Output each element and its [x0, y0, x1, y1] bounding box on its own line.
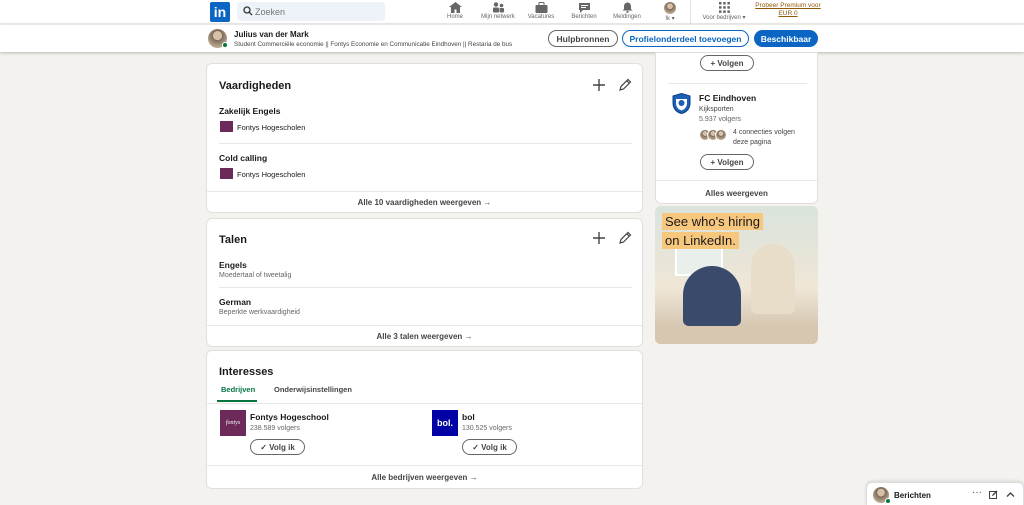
show-all-languages-link[interactable]: Alle 3 talen weergeven → — [207, 332, 642, 341]
me-avatar — [664, 2, 676, 14]
follow-button[interactable]: + Volgen — [700, 154, 754, 170]
ad-person-image — [683, 266, 741, 326]
add-profile-section-button[interactable]: Profielonderdeel toevoegen — [622, 30, 749, 47]
fontys-logo-icon — [220, 168, 233, 179]
page-category: Kijksporten — [699, 106, 734, 113]
resources-button[interactable]: Hulpbronnen — [548, 30, 618, 47]
language-name: German — [219, 297, 252, 307]
messaging-overlay[interactable]: Berichten ··· — [866, 482, 1024, 505]
more-options-icon[interactable]: ··· — [972, 487, 982, 498]
nav-notifications[interactable]: Meldingen — [605, 0, 649, 24]
grid-icon — [718, 2, 730, 13]
ad-headline-2: on LinkedIn. — [662, 232, 739, 249]
available-button[interactable]: Beschikbaar — [754, 30, 818, 47]
avatar — [715, 129, 727, 141]
fontys-logo-icon — [220, 121, 233, 132]
nav-divider — [690, 0, 691, 24]
pages-for-you-card: + Volgen FC Eindhoven Kijksporten 5.937 … — [655, 52, 818, 204]
search-input[interactable] — [255, 4, 375, 19]
company-name[interactable]: Fontys Hogeschool — [250, 412, 329, 422]
separator — [207, 403, 642, 404]
chevron-up-icon[interactable] — [1006, 490, 1015, 499]
separator — [656, 180, 817, 181]
company-followers: 238.589 volgers — [250, 425, 300, 432]
nav-me[interactable]: Ik ▾ — [648, 0, 692, 24]
nav-for-business[interactable]: Voor bedrijven ▾ — [700, 0, 748, 24]
nav-jobs[interactable]: Vacatures — [519, 0, 563, 24]
add-icon[interactable] — [592, 78, 606, 92]
tab-schools[interactable]: Onderwijsinstellingen — [274, 385, 352, 394]
global-nav: in Home Mijn netwerk Vacatures Berichten… — [0, 0, 1024, 24]
bol-logo-icon[interactable]: bol. — [432, 410, 458, 436]
skills-title: Vaardigheden — [219, 80, 292, 92]
separator — [219, 143, 632, 144]
check-icon: ✓ — [260, 442, 267, 452]
interests-card: Interesses Bedrijven Onderwijsinstelling… — [206, 350, 643, 489]
profile-headline: Student Commerciële economie || Fontys E… — [234, 41, 513, 48]
nav-home[interactable]: Home — [433, 0, 477, 24]
profile-sticky-bar: Julius van der Mark Student Commerciële … — [0, 25, 1024, 52]
ad-floor-image — [655, 326, 818, 344]
edit-pencil-icon[interactable] — [618, 78, 632, 92]
separator — [668, 83, 807, 84]
skill-name[interactable]: Zakelijk Engels — [219, 106, 280, 116]
separator — [207, 191, 642, 192]
company-followers: 130.525 volgers — [462, 425, 512, 432]
plus-icon: + — [710, 157, 716, 167]
compose-icon[interactable] — [989, 490, 998, 499]
search-icon — [243, 6, 253, 16]
network-icon — [492, 2, 504, 13]
following-button[interactable]: ✓ Volg ik — [462, 439, 517, 455]
interests-title: Interesses — [219, 366, 274, 378]
show-all-companies-link[interactable]: Alle bedrijven weergeven → — [207, 473, 642, 482]
languages-title: Talen — [219, 234, 247, 246]
messaging-label: Berichten — [894, 491, 931, 500]
premium-link[interactable]: Probeer Premium voor EUR 0 — [752, 2, 824, 18]
add-icon[interactable] — [592, 231, 606, 245]
search-box[interactable] — [237, 2, 385, 21]
chevron-down-icon: ▾ — [671, 16, 675, 22]
nav-network[interactable]: Mijn netwerk — [476, 0, 520, 24]
skill-org[interactable]: Fontys Hogescholen — [237, 123, 305, 132]
ad-person-image — [751, 244, 795, 314]
follow-button[interactable]: + Volgen — [700, 55, 754, 71]
online-indicator — [222, 42, 228, 48]
briefcase-icon — [535, 2, 547, 13]
fc-eindhoven-shield-icon[interactable] — [672, 93, 691, 114]
following-button[interactable]: ✓ Volg ik — [250, 439, 305, 455]
company-name[interactable]: bol — [462, 412, 475, 422]
bell-icon — [622, 2, 632, 13]
check-icon: ✓ — [472, 442, 479, 452]
separator — [207, 465, 642, 466]
profile-name: Julius van der Mark — [234, 30, 309, 39]
skill-name[interactable]: Cold calling — [219, 153, 267, 163]
connection-avatars — [699, 129, 733, 141]
page-followers: 5.937 volgers — [699, 116, 742, 123]
tab-companies[interactable]: Bedrijven — [221, 385, 255, 394]
language-level: Moedertaal of tweetalig — [219, 272, 292, 279]
page-name[interactable]: FC Eindhoven — [699, 93, 756, 103]
plus-icon: + — [710, 58, 716, 68]
edit-pencil-icon[interactable] — [618, 231, 632, 245]
nav-messaging[interactable]: Berichten — [562, 0, 606, 24]
linkedin-logo[interactable]: in — [210, 2, 230, 22]
home-icon — [448, 2, 462, 13]
fontys-logo-icon[interactable]: fontys — [220, 410, 246, 436]
skill-org[interactable]: Fontys Hogescholen — [237, 170, 305, 179]
show-all-skills-link[interactable]: Alle 10 vaardigheden weergeven → — [207, 198, 642, 207]
language-name: Engels — [219, 260, 247, 270]
ad-headline-1: See who's hiring — [662, 213, 763, 230]
online-indicator — [885, 498, 891, 504]
separator — [219, 287, 632, 288]
separator — [207, 325, 642, 326]
show-all-pages-link[interactable]: Alles weergeven — [656, 189, 817, 198]
chevron-down-icon: ▾ — [742, 15, 746, 21]
connections-text: 4 connecties volgen deze pagina — [733, 129, 795, 146]
messaging-icon — [578, 3, 590, 13]
skills-card: Vaardigheden Zakelijk Engels Fontys Hoge… — [206, 63, 643, 213]
languages-card: Talen Engels Moedertaal of tweetalig Ger… — [206, 218, 643, 347]
hiring-ad-banner[interactable]: See who's hiring on LinkedIn. — [655, 206, 818, 344]
language-level: Beperkte werkvaardigheid — [219, 309, 300, 316]
active-tab-underline — [217, 400, 257, 402]
